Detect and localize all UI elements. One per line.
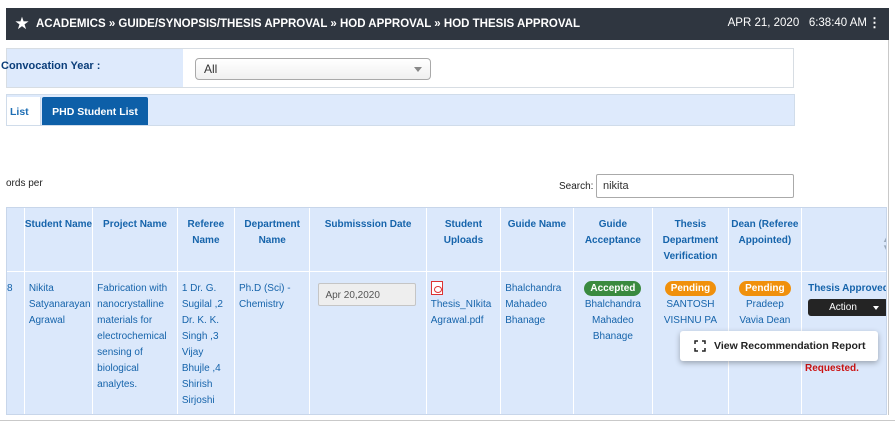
column-department-name[interactable]: Department Name xyxy=(234,208,311,272)
pdf-icon[interactable] xyxy=(430,280,443,295)
search-label: Search: xyxy=(559,181,594,192)
requested-status: Requested. xyxy=(805,363,859,374)
caret-down-icon xyxy=(873,305,880,310)
sort-icon: ▲▼ xyxy=(882,235,886,252)
expand-icon xyxy=(694,340,706,352)
dean-name: Pradeep Vavia Dean xyxy=(739,298,791,326)
cell-project-name: Fabrication with nanocrystalline materia… xyxy=(92,271,178,414)
cell-guide-acceptance: Accepted Bhalchandra Mahadeo Bhanage xyxy=(573,271,654,414)
guide-acceptance-name: Bhalchandra Mahadeo Bhanage xyxy=(584,298,641,342)
thesis-file-link[interactable]: Thesis_NIkita Agrawal.pdf xyxy=(431,299,492,326)
column-project-name[interactable]: Project Name xyxy=(92,208,178,272)
action-dropdown-menu: View Recommendation Report xyxy=(680,331,878,361)
convocation-year-select[interactable]: All xyxy=(195,58,431,80)
tab-list[interactable]: List xyxy=(7,97,41,125)
pending-badge: Pending xyxy=(664,280,717,296)
frame-border-right xyxy=(888,40,889,415)
cell-student-uploads: Thesis_NIkita Agrawal.pdf xyxy=(426,271,502,414)
thesis-status: Thesis Approved xyxy=(808,282,887,294)
view-recommendation-report-item[interactable]: View Recommendation Report xyxy=(714,340,866,352)
records-per-page-label: ords per xyxy=(6,178,43,189)
table-header-row: Student Name Project Name Referee Name D… xyxy=(7,208,886,272)
column-student-name[interactable]: Student Name xyxy=(24,208,94,272)
action-button[interactable]: Action xyxy=(808,298,886,316)
column-referee-name[interactable]: Referee Name xyxy=(177,208,235,272)
column-sr[interactable] xyxy=(7,208,25,272)
submission-date-field: Apr 20,2020 xyxy=(318,282,417,306)
convocation-year-label: Convocation Year : xyxy=(1,49,183,87)
dept-verification-name: SANTOSH VISHNU PA xyxy=(663,298,717,326)
more-options-icon[interactable]: ⋮ xyxy=(868,16,881,29)
cell-sr: 8 xyxy=(7,271,25,414)
tab-phd-student-list[interactable]: PHD Student List xyxy=(42,97,148,125)
chevron-down-icon xyxy=(414,67,422,72)
header-bar: ★ ACADEMICS » GUIDE/SYNOPSIS/THESIS APPR… xyxy=(6,8,889,40)
cell-guide-name: Bhalchandra Mahadeo Bhanage xyxy=(500,271,574,414)
student-table: Student Name Project Name Referee Name D… xyxy=(6,207,887,415)
cell-department: Ph.D (Sci) - Chemistry xyxy=(234,271,311,414)
column-guide-name[interactable]: Guide Name xyxy=(500,208,574,272)
column-dean[interactable]: Dean (Referee Appointed) xyxy=(728,208,803,272)
top-bar: ★ ACADEMICS » GUIDE/SYNOPSIS/THESIS APPR… xyxy=(0,0,895,40)
filter-panel: Convocation Year : All xyxy=(1,48,794,88)
cell-submission-date: Apr 20,2020 xyxy=(309,271,427,414)
column-student-uploads[interactable]: Student Uploads xyxy=(426,208,502,272)
cell-student-name: Nikita Satyanarayan Agrawal xyxy=(24,271,94,414)
column-status[interactable]: ▲▼ xyxy=(801,208,886,272)
column-dept-verification[interactable]: Thesis Department Verification xyxy=(652,208,729,272)
column-submission-date[interactable]: Submisssion Date xyxy=(309,208,427,272)
tab-bar: List PHD Student List xyxy=(6,94,795,126)
breadcrumb: ACADEMICS » GUIDE/SYNOPSIS/THESIS APPROV… xyxy=(36,18,580,30)
column-guide-acceptance[interactable]: Guide Acceptance xyxy=(573,208,654,272)
dean-pending-badge: Pending xyxy=(739,280,791,296)
search-input[interactable] xyxy=(596,174,794,198)
header-clock: APR 21, 2020 6:38:40 AM xyxy=(727,17,867,29)
cell-referee-name: 1 Dr. G. Sugilal ,2 Dr. K. K. Singh ,3 V… xyxy=(177,271,235,414)
star-icon[interactable]: ★ xyxy=(8,14,36,34)
accepted-badge: Accepted xyxy=(584,280,642,296)
